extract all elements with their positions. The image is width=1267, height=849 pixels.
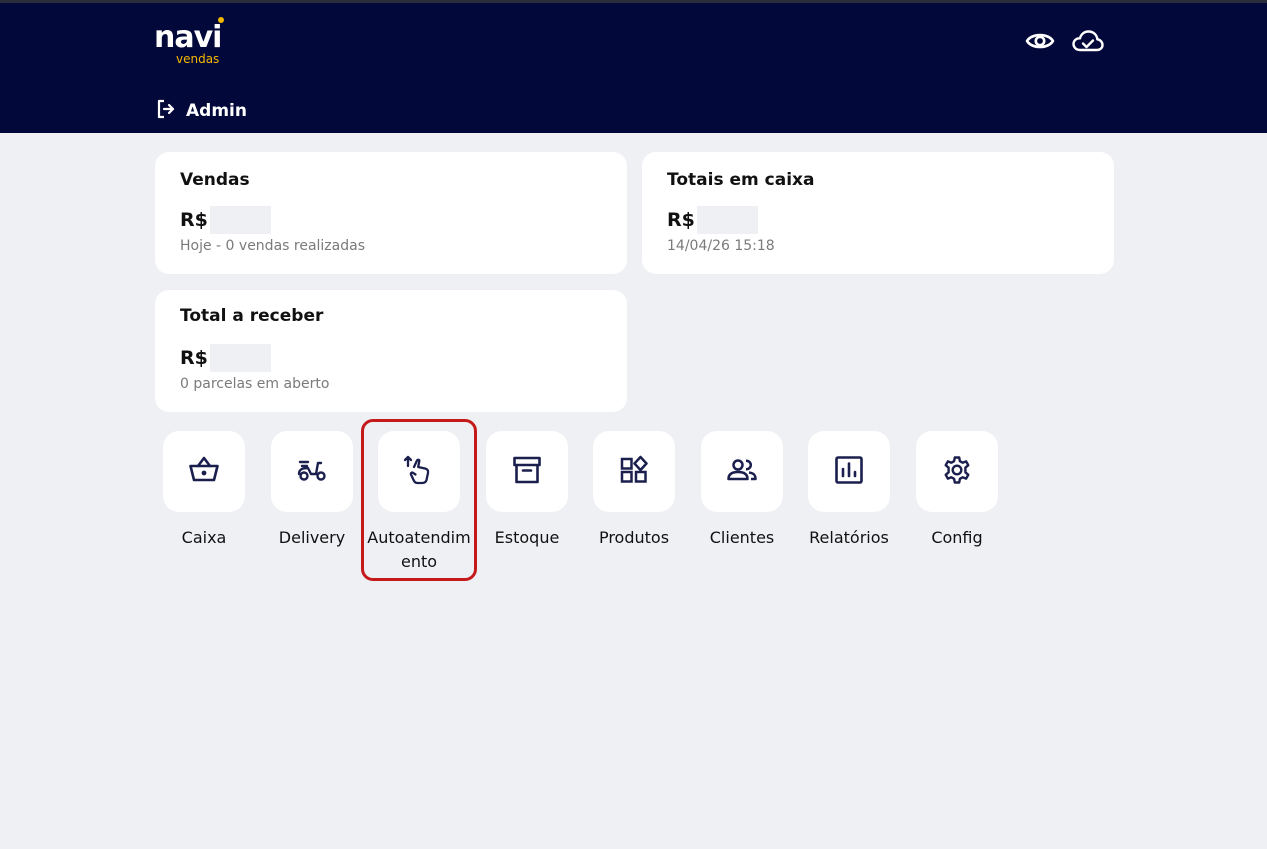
gear-icon bbox=[942, 455, 972, 489]
scooter-icon bbox=[296, 457, 328, 487]
menu-autoatendimento[interactable]: Autoatendimento bbox=[364, 431, 474, 574]
hidden-amount bbox=[696, 206, 758, 234]
menu-label: Autoatendimento bbox=[367, 528, 471, 571]
vendas-card: Vendas R$ Hoje - 0 vendas realizadas bbox=[155, 152, 627, 274]
admin-logout-button[interactable]: Admin bbox=[156, 98, 247, 124]
menu-config[interactable]: Config bbox=[902, 431, 1012, 550]
hidden-amount bbox=[209, 344, 271, 372]
menu-label: Caixa bbox=[181, 528, 227, 547]
menu-label: Relatórios bbox=[809, 528, 889, 547]
card-value: R$ bbox=[180, 344, 602, 372]
admin-label: Admin bbox=[186, 101, 247, 121]
tile-button[interactable] bbox=[271, 431, 353, 512]
tile-button[interactable] bbox=[916, 431, 998, 512]
top-header: navi vendas Admin bbox=[0, 0, 1267, 133]
touch-hand-icon bbox=[403, 454, 435, 490]
total-a-receber-card: Total a receber R$ 0 parcelas em aberto bbox=[155, 290, 627, 412]
eye-icon[interactable] bbox=[1024, 25, 1056, 57]
card-subtitle: 14/04/26 15:18 bbox=[667, 238, 775, 254]
menu-label: Clientes bbox=[709, 528, 775, 547]
card-value: R$ bbox=[667, 206, 1089, 234]
card-subtitle: 0 parcelas em aberto bbox=[180, 376, 330, 392]
tile-button[interactable] bbox=[378, 431, 460, 512]
currency-label: R$ bbox=[180, 209, 208, 231]
menu-label: Delivery bbox=[278, 528, 346, 547]
menu-delivery[interactable]: Delivery bbox=[257, 431, 367, 550]
bar-chart-icon bbox=[834, 455, 864, 489]
totais-em-caixa-card: Totais em caixa R$ 14/04/26 15:18 bbox=[642, 152, 1114, 274]
tile-button[interactable] bbox=[486, 431, 568, 512]
logo-dot bbox=[218, 17, 224, 23]
currency-label: R$ bbox=[667, 209, 695, 231]
menu-estoque[interactable]: Estoque bbox=[472, 431, 582, 550]
archive-box-icon bbox=[512, 455, 542, 489]
menu-label: Produtos bbox=[598, 528, 670, 547]
menu-caixa[interactable]: Caixa bbox=[149, 431, 259, 550]
card-title: Total a receber bbox=[180, 306, 324, 326]
tile-button[interactable] bbox=[593, 431, 675, 512]
tile-button[interactable] bbox=[163, 431, 245, 512]
logo-subtext: vendas bbox=[176, 52, 220, 66]
tile-button[interactable] bbox=[808, 431, 890, 512]
tile-button[interactable] bbox=[701, 431, 783, 512]
menu-label: Config bbox=[931, 528, 983, 547]
cloud-check-icon[interactable] bbox=[1072, 25, 1104, 57]
card-title: Totais em caixa bbox=[667, 170, 815, 190]
widgets-icon bbox=[619, 455, 649, 489]
basket-icon bbox=[188, 455, 220, 489]
card-subtitle: Hoje - 0 vendas realizadas bbox=[180, 238, 365, 254]
people-icon bbox=[726, 457, 758, 487]
menu-produtos[interactable]: Produtos bbox=[579, 431, 689, 550]
card-title: Vendas bbox=[180, 170, 250, 190]
navi-vendas-logo: navi vendas bbox=[154, 17, 244, 67]
currency-label: R$ bbox=[180, 347, 208, 369]
menu-clientes[interactable]: Clientes bbox=[687, 431, 797, 550]
logout-icon bbox=[156, 99, 176, 123]
logo-text: navi bbox=[154, 20, 222, 55]
hidden-amount bbox=[209, 206, 271, 234]
menu-label: Estoque bbox=[494, 528, 560, 547]
menu-relatorios[interactable]: Relatórios bbox=[794, 431, 904, 550]
card-value: R$ bbox=[180, 206, 602, 234]
